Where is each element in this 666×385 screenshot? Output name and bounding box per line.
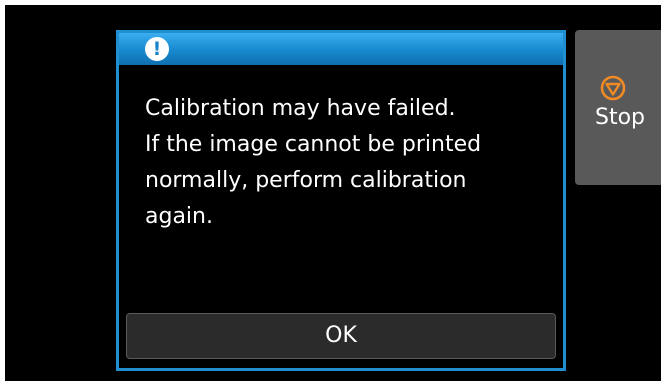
message-line: normally, perform calibration [145,168,467,193]
dialog-header: ! [119,33,563,65]
calibration-warning-dialog: ! Calibration may have failed. If the im… [116,30,566,371]
message-line: again. [145,204,213,229]
ok-button[interactable]: OK [126,313,556,359]
message-line: Calibration may have failed. [145,96,456,121]
message-line: If the image cannot be printed [145,132,482,157]
stop-icon [600,75,626,101]
stop-label: Stop [595,105,646,130]
printer-screen: ! Calibration may have failed. If the im… [5,5,661,381]
exclamation-icon: ! [145,37,169,61]
stop-button[interactable]: Stop [575,30,661,185]
dialog-message: Calibration may have failed. If the imag… [145,91,555,235]
